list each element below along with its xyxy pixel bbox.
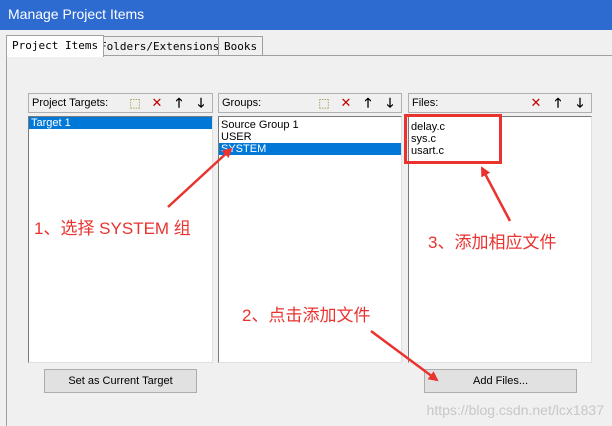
delete-icon[interactable]: ✕ [148, 95, 166, 111]
new-item-icon[interactable]: ⬚ [126, 95, 144, 111]
targets-header-label: Project Targets: [32, 97, 109, 109]
list-item[interactable]: Source Group 1 [219, 119, 401, 131]
move-up-icon[interactable]: 🡑 [170, 95, 188, 111]
list-item[interactable]: USER [219, 131, 401, 143]
annotation-step2: 2、点击添加文件 [242, 306, 371, 325]
watermark: https://blog.csdn.net/lcx1837 [426, 402, 604, 418]
groups-header: Groups: ⬚ ✕ 🡑 🡓 [218, 93, 402, 113]
delete-icon[interactable]: ✕ [527, 95, 545, 111]
files-header-label: Files: [412, 97, 439, 109]
window-title: Manage Project Items [8, 6, 145, 22]
files-header: Files: ✕ 🡑 🡓 [408, 93, 592, 113]
move-down-icon[interactable]: 🡓 [571, 95, 589, 111]
groups-header-label: Groups: [222, 97, 262, 109]
move-down-icon[interactable]: 🡓 [192, 95, 210, 111]
set-current-target-button[interactable]: Set as Current Target [44, 369, 197, 393]
new-item-icon[interactable]: ⬚ [315, 95, 333, 111]
annotation-step3: 3、添加相应文件 [428, 233, 557, 252]
list-item[interactable]: Target 1 [29, 117, 212, 129]
tab-books[interactable]: Books [218, 36, 264, 56]
tab-project-items[interactable]: Project Items [6, 35, 105, 57]
title-bar: Manage Project Items [0, 0, 612, 30]
delete-icon[interactable]: ✕ [337, 95, 355, 111]
move-down-icon[interactable]: 🡓 [381, 95, 399, 111]
targets-list[interactable]: Target 1 [28, 116, 213, 363]
files-highlight-box [404, 114, 502, 164]
annotation-step1: 1、选择 SYSTEM 组 [34, 219, 191, 238]
list-item[interactable]: SYSTEM [219, 143, 401, 155]
tab-folders-extensions[interactable]: Folders/Extensions [94, 36, 226, 56]
targets-header: Project Targets: ⬚ ✕ 🡑 🡓 [28, 93, 213, 113]
move-up-icon[interactable]: 🡑 [549, 95, 567, 111]
move-up-icon[interactable]: 🡑 [359, 95, 377, 111]
add-files-button[interactable]: Add Files... [424, 369, 577, 393]
